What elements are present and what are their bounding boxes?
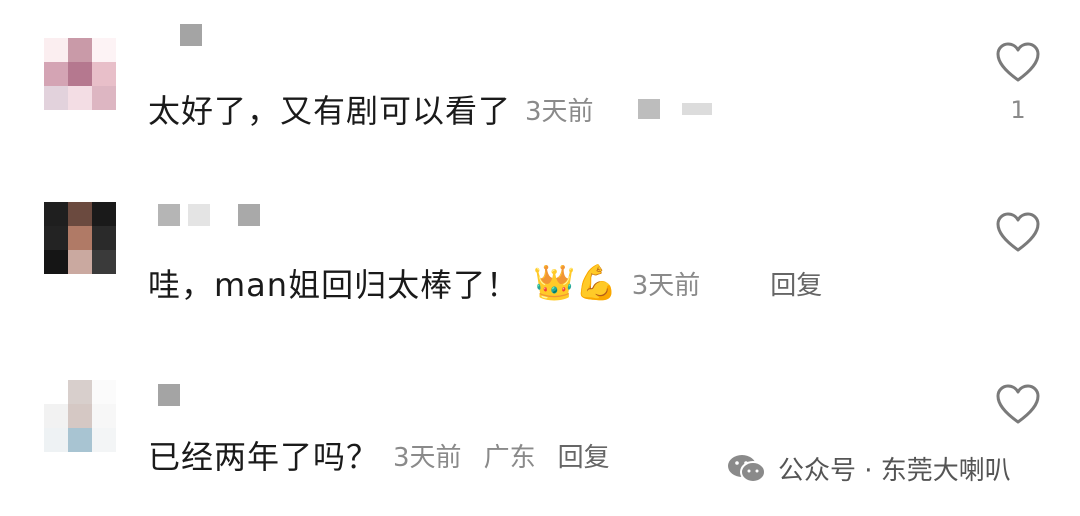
comment-text: 太好了，又有剧可以看了 — [148, 92, 512, 130]
heart-outline-icon — [996, 384, 1040, 424]
redacted-block — [681, 103, 712, 115]
comment-text: 已经两年了吗？ — [148, 438, 380, 476]
like-count: 1 — [1010, 96, 1026, 124]
wechat-icon — [728, 454, 766, 483]
reply-button[interactable]: 回复 — [770, 265, 822, 302]
comment-location: 广东 — [483, 442, 536, 473]
avatar[interactable] — [44, 380, 116, 452]
like-button[interactable] — [994, 382, 1042, 426]
username-redacted[interactable] — [180, 24, 202, 46]
comment-item: 太好了，又有剧可以看了 3天前 1 — [0, 0, 1080, 172]
username-redacted[interactable] — [158, 204, 260, 226]
like-button[interactable] — [994, 40, 1042, 84]
comment-item: 已经两年了吗？ 3天前 广东 回复 — [0, 344, 1080, 516]
like-button[interactable] — [994, 210, 1042, 254]
comment-text: 哇，man姐回归太棒了！ — [148, 266, 520, 304]
username-redacted[interactable] — [158, 384, 180, 406]
comment-time: 3天前 — [393, 442, 462, 473]
comment-time: 3天前 — [631, 270, 701, 301]
comment-time: 3天前 — [525, 96, 594, 127]
heart-outline-icon — [996, 212, 1040, 252]
watermark: 公众号 · 东莞大喇叭 — [726, 450, 1011, 487]
heart-outline-icon — [996, 42, 1040, 82]
emoji-crown-muscle: 👑💪 — [533, 263, 618, 303]
redacted-block — [637, 99, 660, 119]
comment-item: 哇，man姐回归太棒了！ 👑💪 3天前 回复 — [0, 172, 1080, 344]
watermark-text: 公众号 · 东莞大喇叭 — [778, 456, 1011, 486]
avatar[interactable] — [44, 38, 116, 110]
avatar[interactable] — [44, 202, 116, 274]
reply-button[interactable]: 回复 — [558, 437, 610, 474]
